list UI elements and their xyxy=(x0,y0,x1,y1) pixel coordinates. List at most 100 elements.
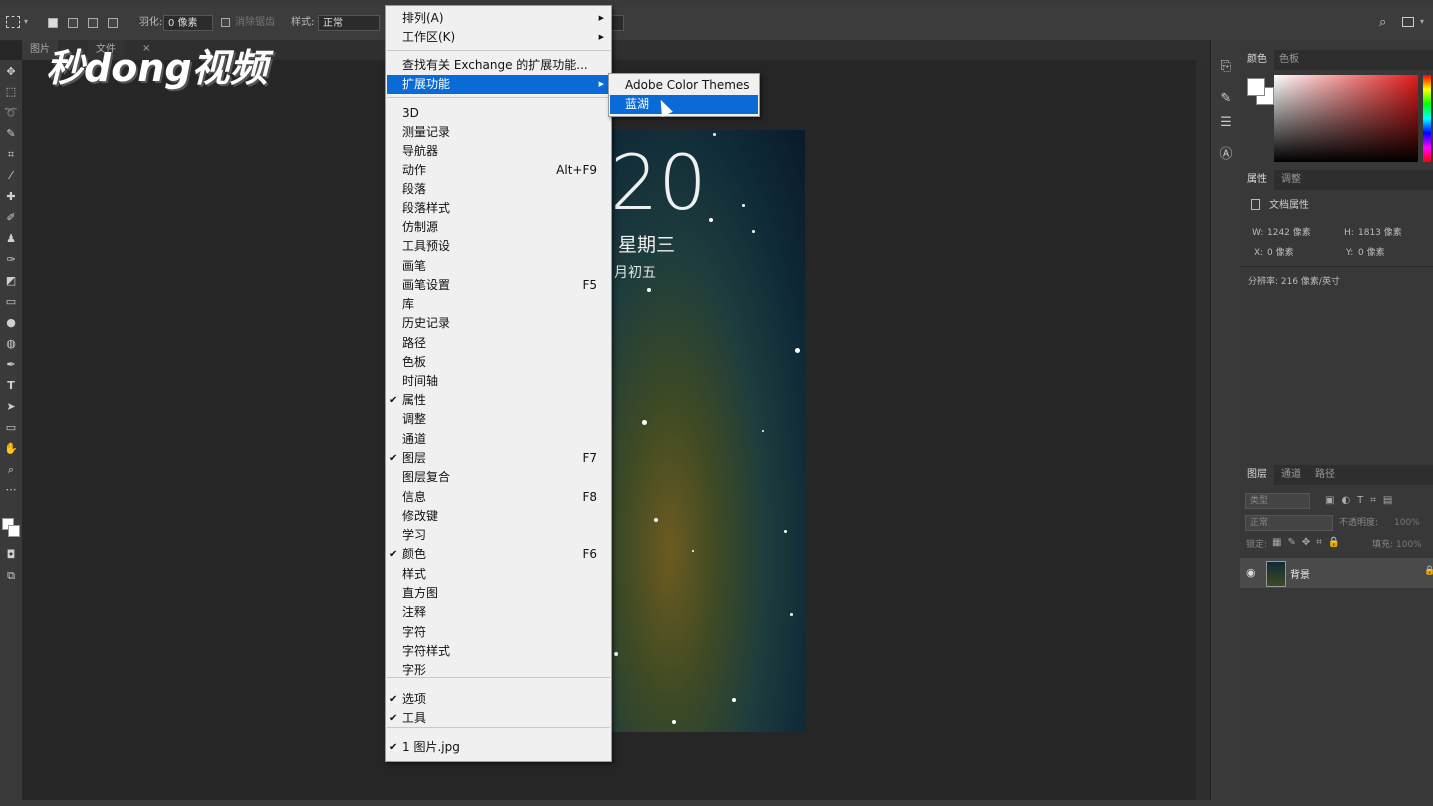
type-tool-icon[interactable]: T xyxy=(1,378,21,394)
path-select-tool-icon[interactable]: ➤ xyxy=(1,399,21,415)
window-menu-item[interactable]: 图层复合 xyxy=(387,468,610,487)
brush-tool-icon[interactable]: ✐ xyxy=(1,210,21,226)
window-menu-item[interactable]: ✔ 图层 F7 xyxy=(387,449,610,468)
tab-properties[interactable]: 属性 xyxy=(1240,170,1274,190)
window-menu-item[interactable]: 画笔 xyxy=(387,257,610,276)
fill-value[interactable]: 100% xyxy=(1396,539,1422,551)
height-input[interactable] xyxy=(610,15,624,31)
extensions-submenu-item[interactable]: Adobe Color Themes xyxy=(610,76,758,95)
color-foreground-swatch[interactable] xyxy=(1247,78,1265,96)
intersect-selection-icon[interactable] xyxy=(108,18,118,28)
window-menu-item[interactable]: 查找有关 Exchange 的扩展功能... xyxy=(387,56,610,75)
new-selection-icon[interactable] xyxy=(48,18,58,28)
marquee-tool-icon[interactable]: ⬚ xyxy=(1,84,21,100)
blur-tool-icon[interactable]: ● xyxy=(1,315,21,331)
window-menu-item[interactable]: 工作区(K) ▶ xyxy=(387,28,610,47)
adjust-panel-icon[interactable]: ☰ xyxy=(1217,114,1235,132)
dodge-tool-icon[interactable]: ◍ xyxy=(1,336,21,352)
feather-input[interactable]: 0 像素 xyxy=(163,15,213,31)
hand-tool-icon[interactable]: ✋ xyxy=(1,441,21,457)
window-menu-item[interactable]: ✔ 属性 xyxy=(387,391,610,410)
lock-icons[interactable]: ▦✎✥⌗🔒 xyxy=(1272,537,1346,548)
tab-swatches[interactable]: 色板 xyxy=(1272,50,1306,70)
tab-layers[interactable]: 图层 xyxy=(1240,465,1274,485)
window-menu-item[interactable]: 路径 xyxy=(387,334,610,353)
gradient-tool-icon[interactable]: ▭ xyxy=(1,294,21,310)
tab-channels[interactable]: 通道 xyxy=(1274,465,1308,485)
workspace-icon[interactable] xyxy=(1402,17,1414,27)
width-value[interactable]: 1242 像素 xyxy=(1267,227,1311,239)
quick-select-tool-icon[interactable]: ✎ xyxy=(1,126,21,142)
window-menu-item[interactable]: ✔ 选项 xyxy=(387,690,610,709)
eye-icon[interactable]: ◉ xyxy=(1246,566,1256,579)
y-value[interactable]: 0 像素 xyxy=(1358,247,1385,259)
window-menu-item[interactable]: 时间轴 xyxy=(387,372,610,391)
eyedropper-tool-icon[interactable]: ⁄ xyxy=(1,168,21,184)
zoom-tool-icon[interactable]: ⌕ xyxy=(1,462,21,478)
window-menu-item[interactable]: 扩展功能 ▶ xyxy=(387,75,610,94)
document-image[interactable]: 20 星期三 月初五 xyxy=(612,130,805,732)
healing-tool-icon[interactable]: ✚ xyxy=(1,189,21,205)
window-menu-item[interactable]: 画笔设置 F5 xyxy=(387,276,610,295)
move-tool-icon[interactable]: ✥ xyxy=(1,64,21,80)
blend-mode-select[interactable]: 正常 xyxy=(1245,515,1333,531)
stamp-tool-icon[interactable]: ♟ xyxy=(1,231,21,247)
opacity-value[interactable]: 100% xyxy=(1394,517,1420,529)
color-picker-field[interactable] xyxy=(1274,75,1418,162)
window-menu-item[interactable]: 工具预设 xyxy=(387,237,610,256)
window-menu-item[interactable]: 注释 xyxy=(387,603,610,622)
window-menu-item[interactable]: 字符 xyxy=(387,623,610,642)
layer-filter-icons[interactable]: ▣◐T⌗▤ xyxy=(1325,495,1399,506)
window-menu-item[interactable]: 字符样式 xyxy=(387,642,610,661)
eraser-tool-icon[interactable]: ◩ xyxy=(1,273,21,289)
lasso-tool-icon[interactable]: ➰ xyxy=(1,105,21,121)
window-menu-item[interactable]: 历史记录 xyxy=(387,314,610,333)
pen-tool-icon[interactable]: ✒ xyxy=(1,357,21,373)
more-tools-icon[interactable]: ⋯ xyxy=(1,482,21,498)
window-menu-item[interactable]: 仿制源 xyxy=(387,218,610,237)
crop-tool-icon[interactable]: ⌗ xyxy=(1,147,21,163)
height-value[interactable]: 1813 像素 xyxy=(1358,227,1402,239)
history-panel-icon[interactable]: ⎘ xyxy=(1217,58,1235,76)
rectangle-tool-icon[interactable]: ▭ xyxy=(1,420,21,436)
window-menu-item[interactable]: 导航器 xyxy=(387,142,610,161)
window-menu-item[interactable]: 直方图 xyxy=(387,584,610,603)
search-icon[interactable]: ⌕ xyxy=(1379,15,1386,30)
window-menu-item[interactable]: ✔ 工具 xyxy=(387,709,610,728)
window-menu-item[interactable]: 3D xyxy=(387,104,610,123)
brush-panel-icon[interactable]: ✎ xyxy=(1217,90,1235,108)
tab-adjustments[interactable]: 调整 xyxy=(1274,170,1308,190)
window-menu-item[interactable]: 修改键 xyxy=(387,507,610,526)
extensions-submenu-item[interactable]: 蓝湖 xyxy=(610,95,758,114)
background-color-swatch[interactable] xyxy=(8,525,20,537)
window-menu-item[interactable]: 色板 xyxy=(387,353,610,372)
screen-mode-icon[interactable]: ⧉ xyxy=(1,568,21,584)
window-menu-item[interactable]: 测量记录 xyxy=(387,123,610,142)
canvas-scrollbar[interactable] xyxy=(1196,60,1210,806)
add-selection-icon[interactable] xyxy=(68,18,78,28)
hue-slider[interactable] xyxy=(1423,75,1431,162)
window-menu-item[interactable]: 动作 Alt+F9 xyxy=(387,161,610,180)
style-select[interactable]: 正常 xyxy=(318,15,380,31)
character-panel-icon[interactable]: Ⓐ xyxy=(1217,146,1235,164)
tab-color[interactable]: 颜色 xyxy=(1240,50,1274,70)
chevron-down-icon[interactable]: ▾ xyxy=(1420,17,1424,26)
window-menu-item[interactable]: 信息 F8 xyxy=(387,488,610,507)
layer-filter-select[interactable]: 类型 xyxy=(1245,493,1310,509)
window-menu-item[interactable]: 库 xyxy=(387,295,610,314)
history-brush-tool-icon[interactable]: ✑ xyxy=(1,252,21,268)
chevron-down-icon[interactable]: ▾ xyxy=(24,17,28,26)
window-menu-item[interactable]: 样式 xyxy=(387,565,610,584)
tab-paths[interactable]: 路径 xyxy=(1308,465,1342,485)
marquee-tool-preset-icon[interactable] xyxy=(6,16,20,28)
window-menu-item[interactable]: 学习 xyxy=(387,526,610,545)
window-menu-item[interactable]: ✔ 1 图片.jpg xyxy=(387,738,610,757)
antialias-checkbox[interactable] xyxy=(221,18,230,27)
window-menu-item[interactable]: 调整 xyxy=(387,410,610,429)
x-value[interactable]: 0 像素 xyxy=(1267,247,1294,259)
quick-mask-icon[interactable]: ◘ xyxy=(1,547,21,563)
window-menu-item[interactable]: 段落样式 xyxy=(387,199,610,218)
window-menu-item[interactable]: 排列(A) ▶ xyxy=(387,9,610,28)
window-menu-item[interactable]: 通道 xyxy=(387,430,610,449)
window-menu-item[interactable]: ✔ 颜色 F6 xyxy=(387,545,610,564)
